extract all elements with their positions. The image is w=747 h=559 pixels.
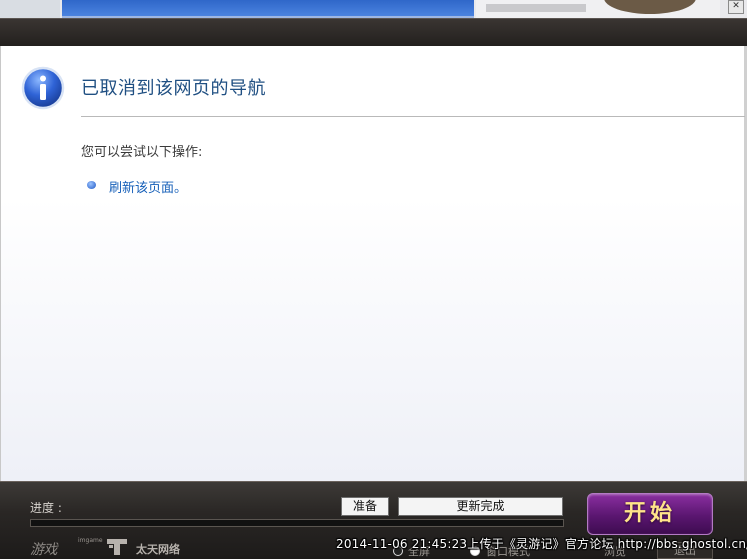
refresh-page-link[interactable]: 刷新该页面。: [109, 177, 187, 196]
status-ready-box: 准备: [341, 497, 389, 516]
title-divider: [81, 116, 745, 117]
game-logo: 游戏: [30, 542, 58, 558]
launcher-panel: 进度 : 准备 更新完成 开始 游戏 imgame 太天网络 全屏 窗口模式 浏…: [0, 481, 747, 559]
suggestion-heading: 您可以尝试以下操作:: [81, 145, 203, 160]
launcher-header-bar: [0, 18, 747, 47]
game-logo-small: imgame: [78, 537, 103, 544]
start-button[interactable]: 开始: [587, 493, 713, 535]
page-title: 已取消到该网页的导航: [81, 78, 266, 99]
logo-area: 游戏 imgame 太天网络: [30, 537, 190, 558]
info-icon: [21, 66, 65, 110]
bullet-icon: [87, 181, 96, 189]
status-update-box: 更新完成: [398, 497, 563, 516]
banner-left-image: [0, 0, 60, 18]
banner-right-image: [476, 0, 720, 18]
top-banner: [0, 0, 747, 18]
progress-bar: [30, 519, 564, 527]
banner-text-blur: [486, 4, 586, 12]
company-name: 太天网络: [136, 543, 180, 556]
banner-blue-image: [62, 0, 474, 18]
upload-watermark: 2014-11-06 21:45:23上传于《灵游记》官方论坛 http://b…: [336, 537, 747, 551]
banner-photo: [604, 0, 696, 14]
company-logo-icon: [107, 539, 127, 555]
progress-label: 进度 :: [30, 501, 62, 515]
browser-content: 已取消到该网页的导航 您可以尝试以下操作: 刷新该页面。: [0, 46, 747, 481]
close-icon[interactable]: ✕: [728, 0, 744, 14]
